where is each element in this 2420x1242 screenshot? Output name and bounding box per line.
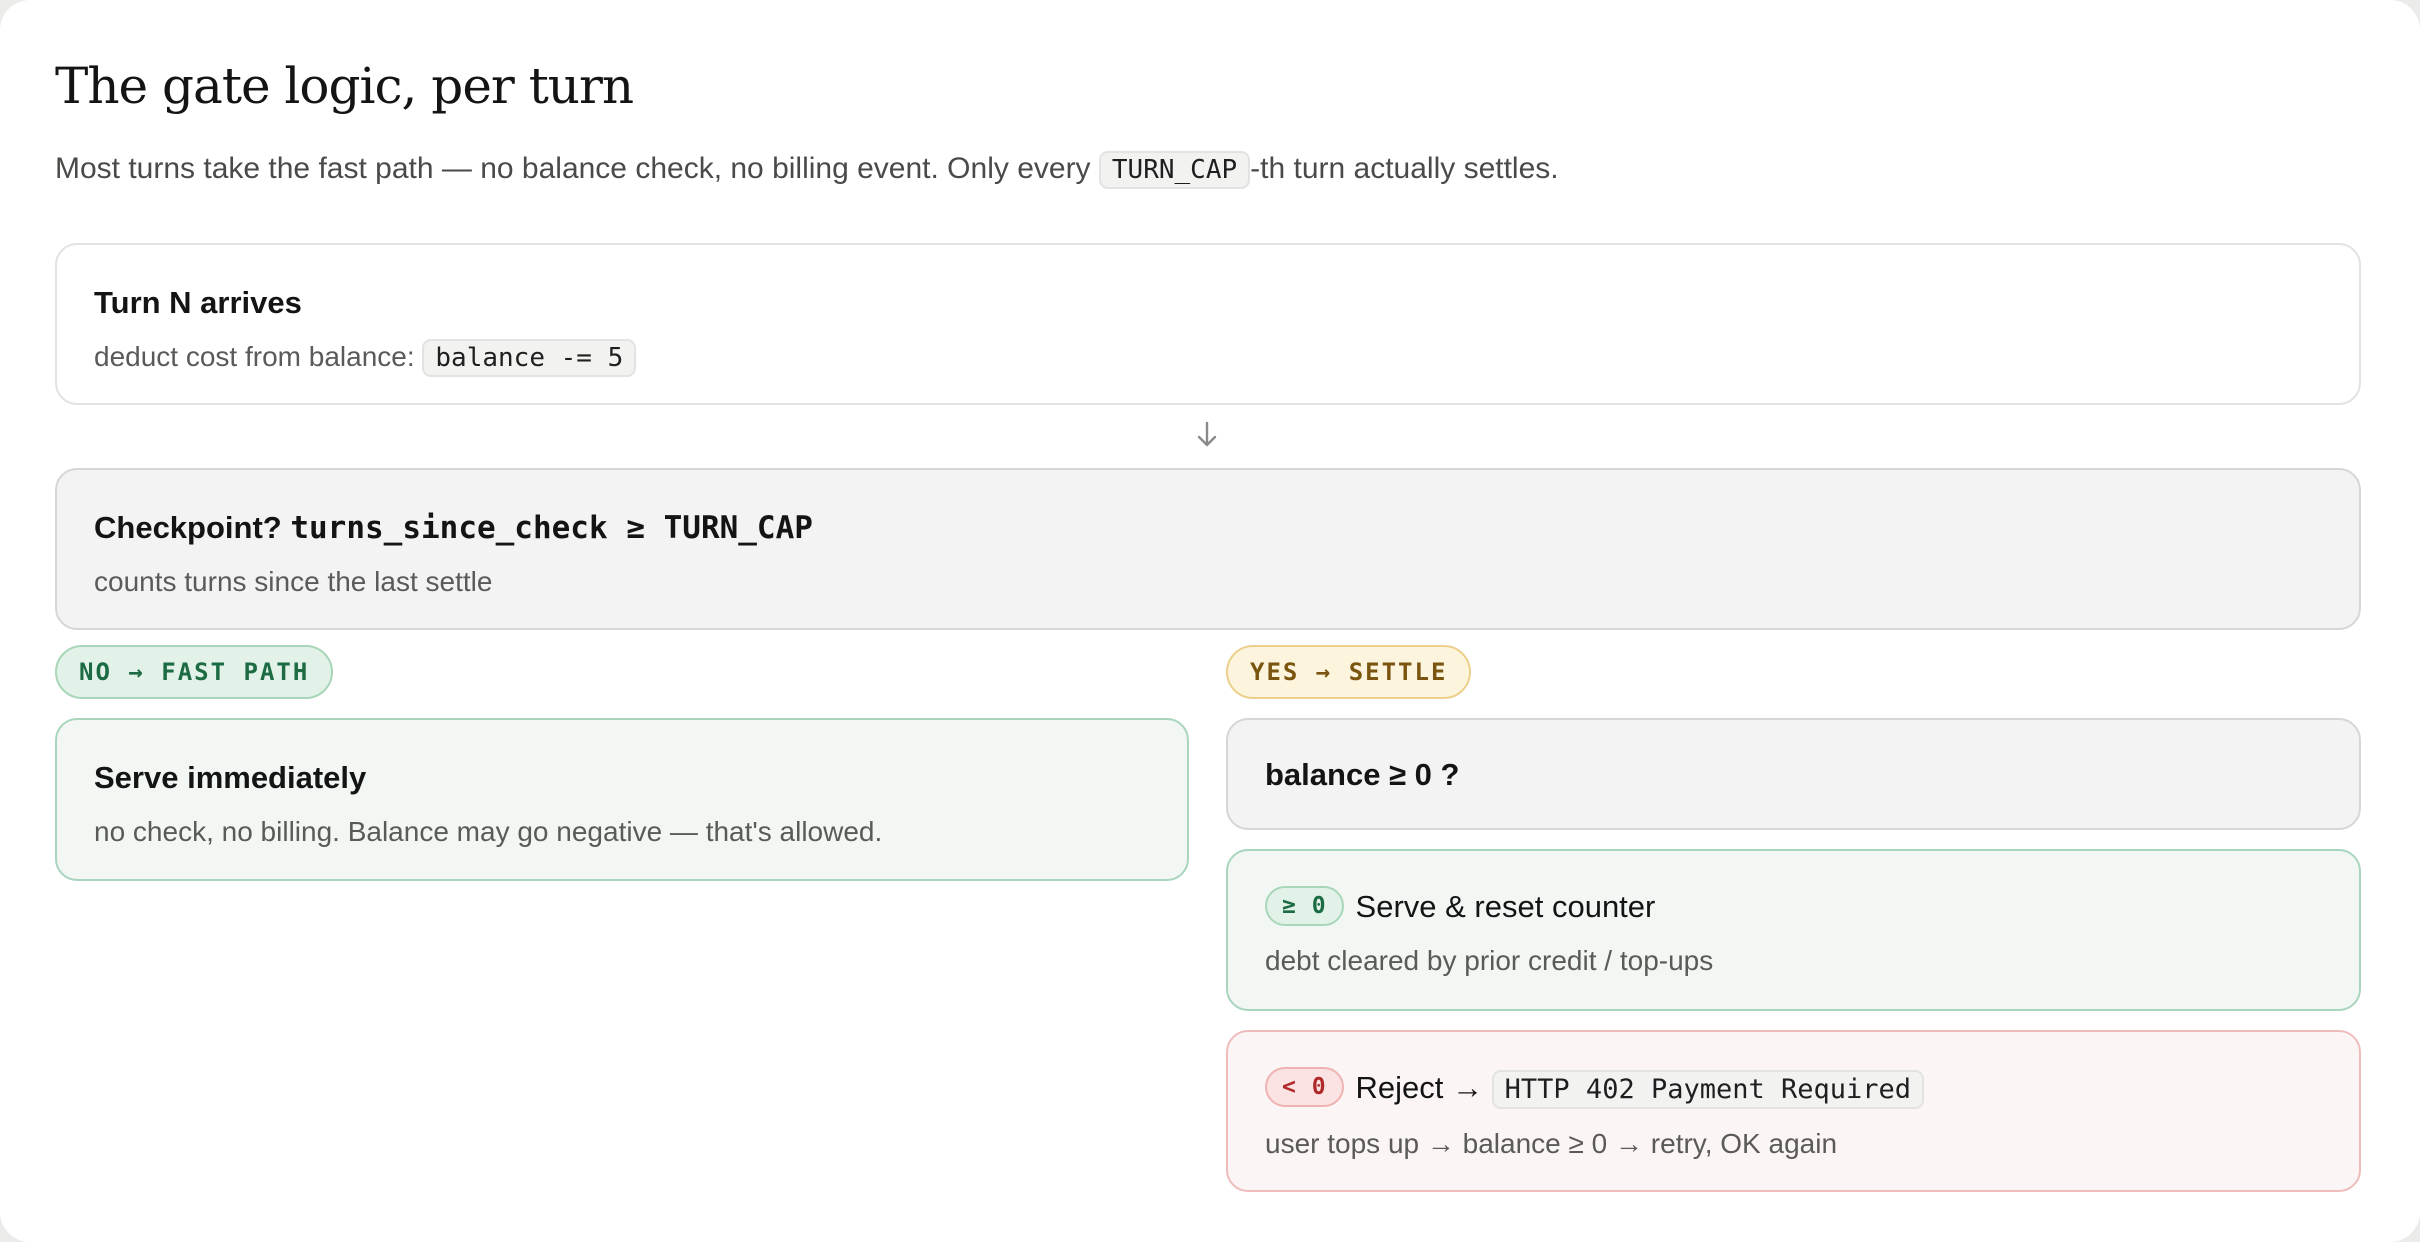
arrow-down-icon bbox=[1197, 421, 1217, 447]
reject-title-row: < 0 Reject → HTTP 402 Payment Required bbox=[1265, 1066, 2322, 1112]
checkpoint-title-text: Checkpoint? bbox=[94, 510, 291, 545]
page-subtitle: Most turns take the fast path — no balan… bbox=[55, 144, 2365, 195]
lt-zero-badge: < 0 bbox=[1265, 1066, 1344, 1107]
turn-arrives-code: balance -= 5 bbox=[422, 339, 637, 377]
ge-zero-badge: ≥ 0 bbox=[1265, 885, 1344, 926]
subtitle-text-before: Most turns take the fast path — no balan… bbox=[55, 152, 1099, 185]
serve-immediately-card: Serve immediately no check, no billing. … bbox=[55, 718, 1189, 881]
checkpoint-title: Checkpoint? turns_since_check ≥ TURN_CAP bbox=[94, 506, 2322, 550]
serve-immediately-title: Serve immediately bbox=[94, 760, 367, 795]
turn-arrives-desc: deduct cost from balance: balance -= 5 bbox=[94, 335, 2322, 380]
subtitle-text-after: -th turn actually settles. bbox=[1250, 152, 1559, 185]
serve-reset-title-row: ≥ 0 Serve & reset counter bbox=[1265, 885, 2322, 929]
no-fast-path-pill: NO → FAST PATH bbox=[55, 645, 334, 699]
balance-question-card: balance ≥ 0 ? bbox=[1226, 718, 2361, 830]
subtitle-code: TURN_CAP bbox=[1098, 151, 1251, 189]
reject-title-text: Reject → bbox=[1355, 1070, 1492, 1105]
serve-immediately-desc: no check, no billing. Balance may go neg… bbox=[94, 816, 883, 847]
balance-question: balance ≥ 0 ? bbox=[1265, 757, 1460, 792]
turn-arrives-card: Turn N arrives deduct cost from balance:… bbox=[55, 243, 2361, 405]
reject-desc: user tops up → balance ≥ 0 → retry, OK a… bbox=[1265, 1128, 1838, 1159]
checkpoint-desc: counts turns since the last settle bbox=[94, 566, 493, 597]
turn-arrives-title: Turn N arrives bbox=[94, 285, 302, 320]
serve-reset-desc: debt cleared by prior credit / top-ups bbox=[1265, 945, 1714, 976]
reject-card: < 0 Reject → HTTP 402 Payment Required us… bbox=[1226, 1030, 2361, 1192]
yes-settle-pill: YES → SETTLE bbox=[1226, 645, 1472, 699]
reject-http-code: HTTP 402 Payment Required bbox=[1491, 1070, 1925, 1109]
checkpoint-condition: turns_since_check ≥ TURN_CAP bbox=[290, 510, 813, 546]
turn-arrives-desc-text: deduct cost from balance: bbox=[94, 341, 423, 372]
page-title: The gate logic, per turn bbox=[55, 57, 634, 115]
page: The gate logic, per turn Most turns take… bbox=[0, 0, 2420, 1242]
checkpoint-card: Checkpoint? turns_since_check ≥ TURN_CAP… bbox=[55, 468, 2361, 630]
serve-reset-title: Serve & reset counter bbox=[1355, 889, 1656, 924]
serve-reset-card: ≥ 0 Serve & reset counter debt cleared by… bbox=[1226, 849, 2361, 1011]
